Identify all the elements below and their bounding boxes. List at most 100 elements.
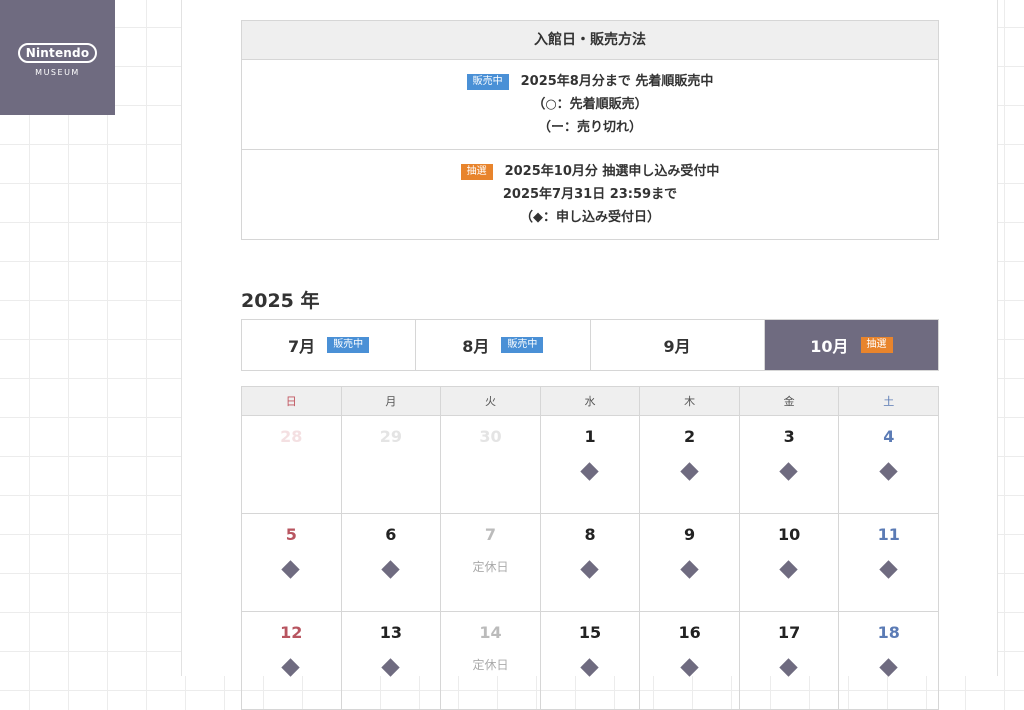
tab-august[interactable]: 8月 販売中 [416, 320, 591, 370]
sale-line1: 2025年8月分まで 先着順販売中 [520, 74, 714, 89]
weekday-sat: 土 [839, 387, 940, 416]
tab-label: 8月 [462, 337, 490, 356]
day-number: 16 [678, 623, 701, 642]
tab-badge: 販売中 [327, 337, 370, 353]
calendar-day-cell[interactable]: 2 [640, 416, 740, 514]
day-number: 1 [584, 427, 596, 446]
nintendo-museum-logo[interactable]: Nintendo MUSEUM [0, 0, 115, 115]
calendar-day-cell[interactable]: 9 [640, 514, 740, 612]
day-number: 14 [479, 623, 502, 642]
day-number: 2 [684, 427, 696, 446]
lottery-diamond-icon [381, 658, 400, 677]
calendar-day-cell: 7 定休日 [441, 514, 541, 612]
lottery-diamond-icon [679, 560, 699, 579]
day-number: 30 [479, 427, 502, 446]
lottery-diamond-icon [580, 658, 599, 677]
sale-line2: （○：先着順販売） [532, 97, 648, 112]
calendar-day-cell: 29 [341, 416, 442, 514]
calendar-day-cell[interactable]: 6 [341, 514, 442, 612]
lottery-diamond-icon [879, 658, 898, 677]
month-tabs: 7月 販売中 8月 販売中 9月 10月 抽選 [241, 319, 939, 371]
tab-badge: 抽選 [860, 337, 893, 353]
closed-day-label: 定休日 [472, 658, 509, 672]
logo-sub: MUSEUM [35, 68, 80, 77]
tab-badge: 販売中 [501, 337, 544, 353]
day-number: 5 [285, 525, 297, 544]
day-number: 4 [883, 427, 895, 446]
calendar-day-cell[interactable]: 4 [839, 416, 940, 514]
sale-badge: 販売中 [466, 74, 509, 90]
lottery-diamond-icon [879, 560, 898, 579]
main-panel: 入館日・販売方法 販売中 2025年8月分まで 先着順販売中 （○：先着順販売） … [181, 0, 998, 710]
calendar: 日 月 火 水 木 金 土 28 29 30 1 2 3 4 5 6 7 定休日 8 9 10 11 12 13… [241, 386, 940, 710]
day-number: 17 [778, 623, 801, 642]
sales-info-sale: 販売中 2025年8月分まで 先着順販売中 （○：先着順販売） （ー：売り切れ） [242, 60, 938, 149]
calendar-day-cell[interactable]: 10 [739, 514, 840, 612]
day-number: 28 [280, 427, 303, 446]
day-number: 29 [379, 427, 402, 446]
calendar-day-cell[interactable]: 8 [540, 514, 641, 612]
calendar-day-cell[interactable]: 5 [242, 514, 342, 612]
calendar-weekday-header: 日 月 火 水 木 金 土 [242, 387, 940, 416]
tab-september[interactable]: 9月 [591, 320, 765, 370]
sales-info-lottery: 抽選 2025年10月分 抽選申し込み受付中 2025年7月31日 23:59まで… [242, 149, 938, 239]
lottery-diamond-icon [580, 560, 599, 579]
lottery-diamond-icon [281, 658, 300, 677]
day-number: 18 [877, 623, 900, 642]
closed-day-label: 定休日 [472, 560, 509, 574]
logo-brand: Nintendo [17, 43, 98, 63]
lottery-diamond-icon [580, 462, 599, 481]
lottery-diamond-icon [679, 658, 699, 677]
year-heading: 2025 年 [241, 290, 320, 312]
day-number: 13 [379, 623, 402, 642]
calendar-day-cell[interactable]: 18 [839, 612, 940, 710]
day-number: 8 [584, 525, 596, 544]
weekday-thu: 木 [640, 387, 740, 416]
lottery-line3: （◆：申し込み受付日） [520, 210, 660, 225]
lottery-diamond-icon [779, 560, 798, 579]
day-number: 3 [783, 427, 795, 446]
lottery-diamond-icon [381, 560, 400, 579]
day-number: 15 [578, 623, 602, 642]
calendar-day-cell[interactable]: 12 [242, 612, 342, 710]
day-number: 9 [684, 525, 696, 544]
lottery-diamond-icon [281, 560, 300, 579]
weekday-wed: 水 [540, 387, 641, 416]
calendar-week-row: 12 13 14 定休日 15 16 17 18 [242, 612, 940, 710]
lottery-diamond-icon [779, 462, 798, 481]
day-number: 6 [385, 525, 397, 544]
calendar-day-cell[interactable]: 1 [540, 416, 641, 514]
day-number: 11 [877, 525, 900, 544]
calendar-day-cell[interactable]: 15 [540, 612, 641, 710]
calendar-day-cell: 30 [441, 416, 541, 514]
calendar-day-cell: 28 [242, 416, 342, 514]
calendar-day-cell[interactable]: 13 [341, 612, 442, 710]
sales-info-table: 入館日・販売方法 販売中 2025年8月分まで 先着順販売中 （○：先着順販売） … [241, 20, 939, 240]
lottery-badge: 抽選 [460, 164, 493, 180]
calendar-day-cell[interactable]: 3 [739, 416, 840, 514]
lottery-line2: 2025年7月31日 23:59まで [502, 187, 678, 202]
calendar-week-row: 5 6 7 定休日 8 9 10 11 [242, 514, 940, 612]
weekday-tue: 火 [441, 387, 541, 416]
calendar-week-row: 28 29 30 1 2 3 4 [242, 416, 940, 514]
calendar-day-cell[interactable]: 17 [739, 612, 840, 710]
day-number: 12 [280, 623, 303, 642]
tab-label: 9月 [663, 337, 691, 356]
sales-info-header: 入館日・販売方法 [242, 21, 938, 60]
calendar-body: 28 29 30 1 2 3 4 5 6 7 定休日 8 9 10 11 12 13 14 定休日 15 16 17 18 [242, 416, 940, 710]
weekday-mon: 月 [341, 387, 442, 416]
tab-label: 10月 [810, 337, 849, 356]
tab-october[interactable]: 10月 抽選 [764, 320, 938, 370]
lottery-diamond-icon [679, 462, 699, 481]
calendar-day-cell[interactable]: 16 [640, 612, 740, 710]
sale-line3: （ー：売り切れ） [537, 120, 642, 135]
weekday-fri: 金 [739, 387, 840, 416]
weekday-sun: 日 [242, 387, 342, 416]
tab-july[interactable]: 7月 販売中 [242, 320, 417, 370]
calendar-day-cell[interactable]: 11 [839, 514, 940, 612]
day-number: 10 [778, 525, 801, 544]
day-number: 7 [484, 525, 497, 544]
lottery-line1: 2025年10月分 抽選申し込み受付中 [504, 164, 720, 179]
tab-label: 7月 [288, 337, 316, 356]
lottery-diamond-icon [779, 658, 798, 677]
